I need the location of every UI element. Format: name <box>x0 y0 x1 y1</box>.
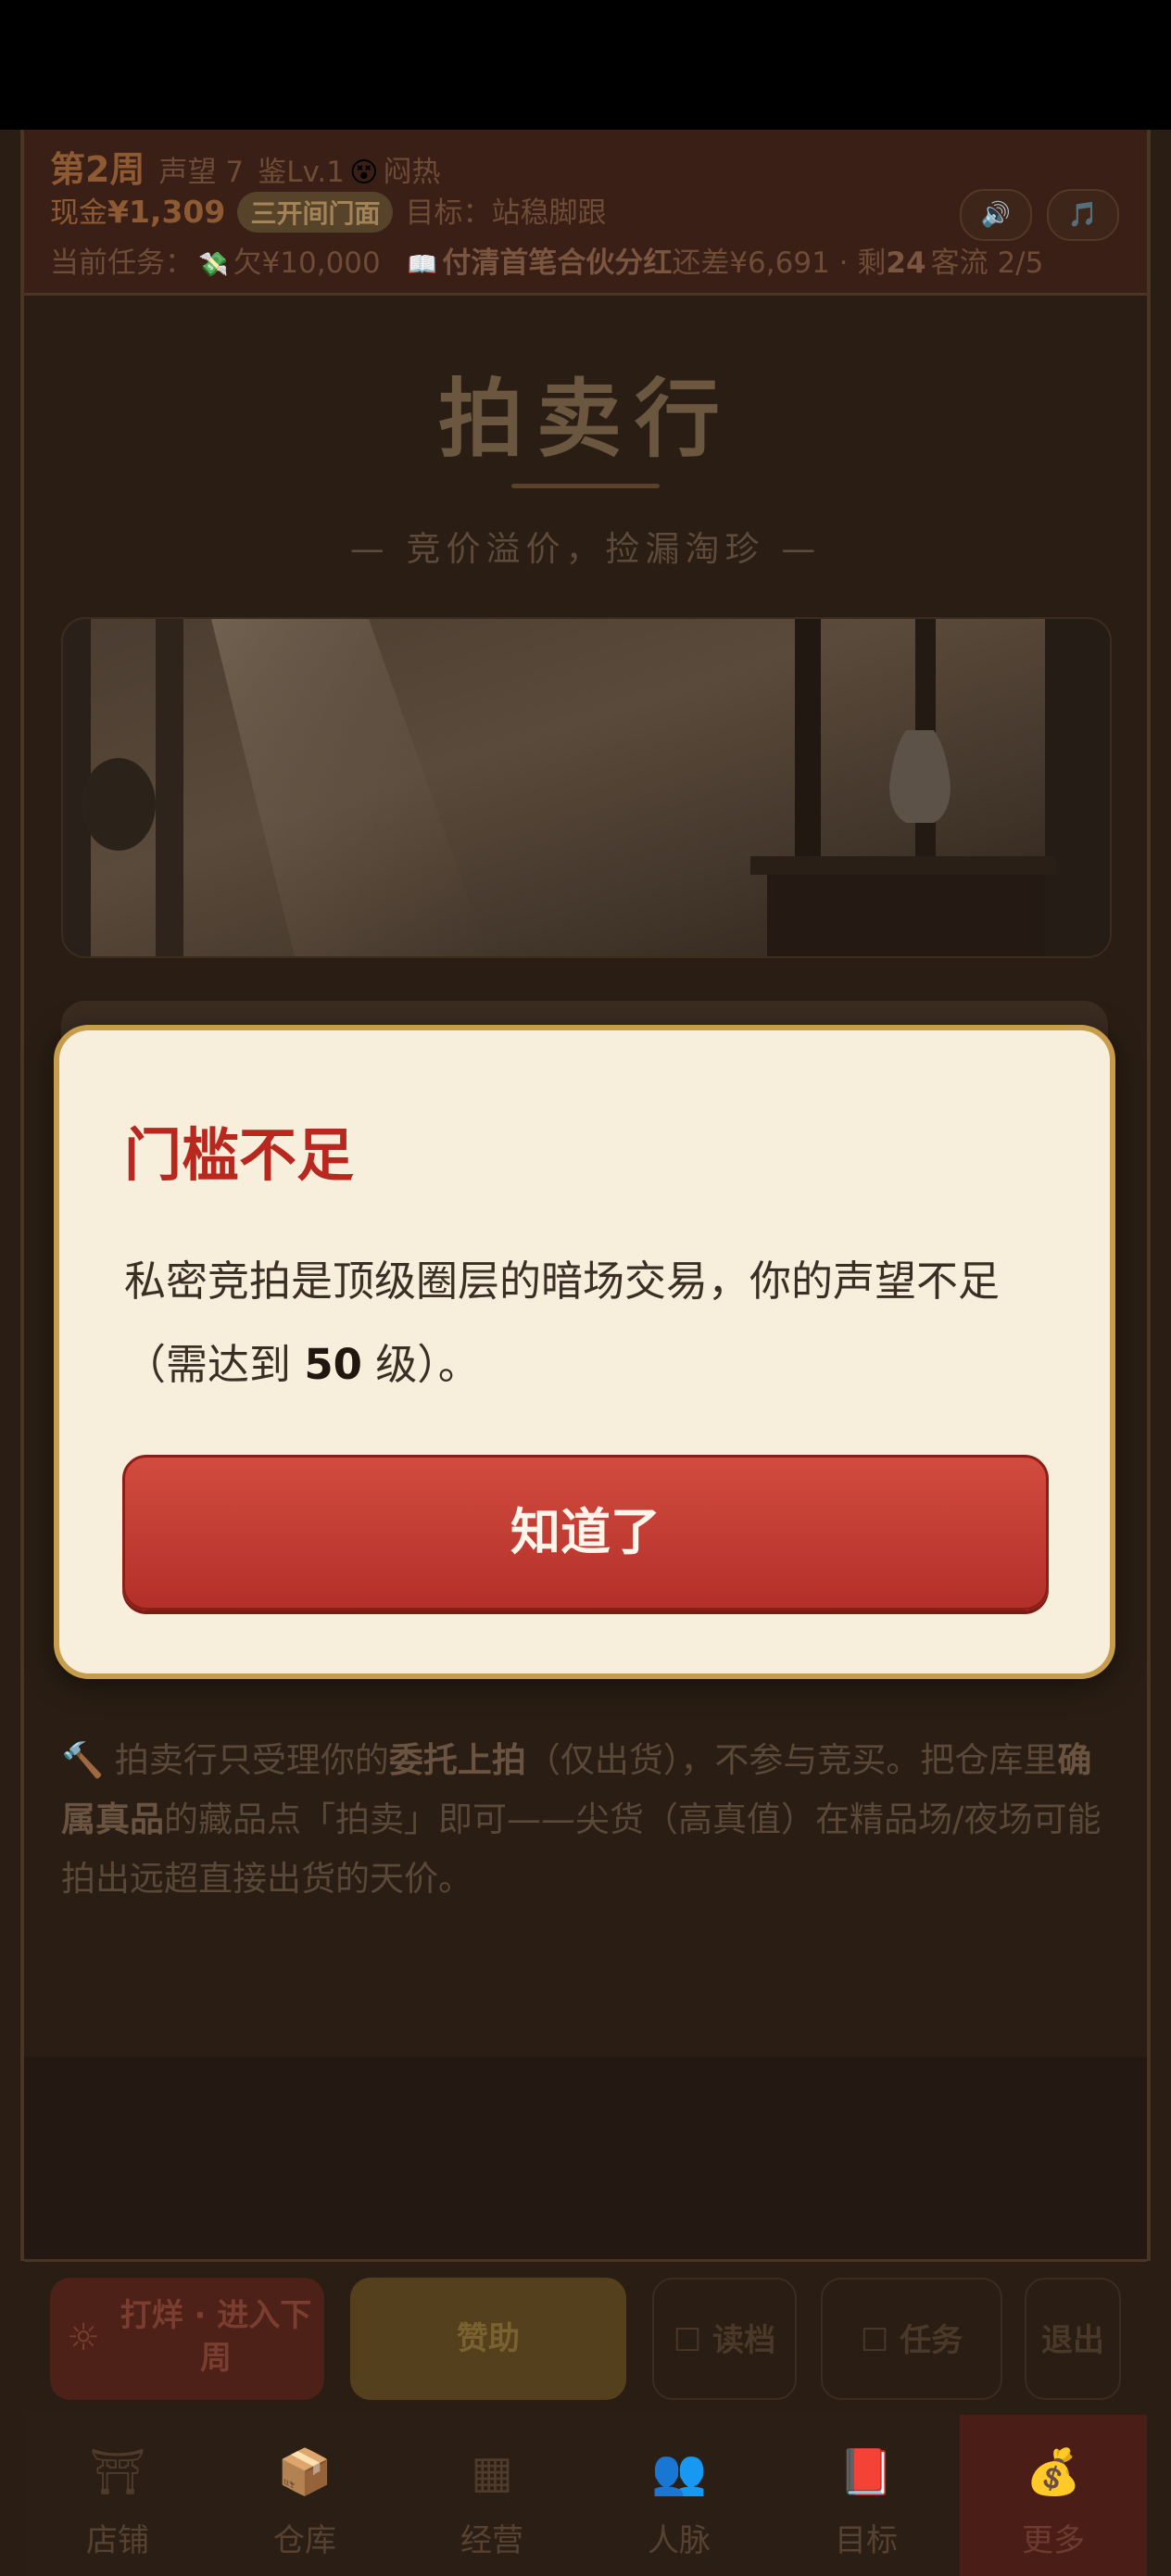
tab-business[interactable]: ▦ 经营 <box>398 2415 586 2576</box>
tab-goals[interactable]: 📕 目标 <box>773 2415 960 2576</box>
debt-value: 欠¥10,000 <box>233 246 381 280</box>
shop-icon: ⛩ <box>89 2446 146 2498</box>
mood-icon: 😵 <box>349 157 379 189</box>
tab-more[interactable]: 💰 更多 <box>960 2415 1147 2576</box>
tab-contacts[interactable]: 👥 人脉 <box>586 2415 773 2576</box>
task-title: 付清首笔合伙分红 <box>442 246 673 280</box>
tab-warehouse-label: 仓库 <box>273 2522 336 2559</box>
cash-value: ¥1,309 <box>107 194 226 230</box>
title-divider <box>511 484 660 488</box>
tasks-button[interactable]: ☐ 任务 <box>821 2278 1002 2400</box>
appraisal-level: 鉴Lv.1 <box>258 156 346 189</box>
tab-more-label: 更多 <box>1022 2522 1085 2559</box>
next-week-button[interactable]: ☼ 打烊 · 进入下周 <box>50 2278 324 2400</box>
required-level: 50 <box>304 1340 362 1389</box>
cash-label: 现金 <box>50 196 107 230</box>
coin-bag-icon: 💰 <box>1026 2446 1081 2498</box>
hammer-icon: 🔨 <box>61 1740 105 1780</box>
sound-toggle-icon[interactable]: 🔊 <box>960 189 1032 241</box>
acknowledge-button[interactable]: 知道了 <box>122 1455 1049 1610</box>
dialog-message-prefix: 私密竞拍是顶级圈层的暗场交易，你的声望不足（需达到 <box>124 1256 1001 1389</box>
book-icon: 📕 <box>838 2446 894 2498</box>
dialog-title: 门槛不足 <box>124 1121 355 1189</box>
header-row-2: 现金¥1,309 三开间门面 目标：站稳脚跟 <box>50 189 607 233</box>
exit-button[interactable]: 退出 <box>1025 2278 1121 2400</box>
music-toggle-icon[interactable]: 🎵 <box>1047 189 1119 241</box>
auction-info-text: 🔨 拍卖行只受理你的委托上拍（仅出货），不参与竞买。把仓库里确属真品的藏品点「拍… <box>61 1731 1112 1909</box>
info-text-2: （仅出货），不参与竞买。把仓库里 <box>525 1740 1058 1780</box>
status-bar <box>0 0 1171 130</box>
task-remaining: 还差¥6,691 · 剩 <box>672 246 887 280</box>
tab-shop[interactable]: ⛩ 店铺 <box>24 2415 211 2576</box>
info-text-3: 的藏品点「拍卖」即可——尖货（高真值）在精品场/夜场可能拍出远超直接出货的天价。 <box>61 1799 1102 1899</box>
sun-icon: ☼ <box>67 2317 100 2359</box>
week-label: 第2周 <box>50 149 145 190</box>
game-header: 第2周 声望 7 鉴Lv.1 😵 闷热 现金¥1,309 三开间门面 目标：站稳… <box>24 130 1147 296</box>
content-lower-area <box>24 2057 1147 2259</box>
page-subtitle: — 竞价溢价，捡漏淘珍 — <box>349 529 822 569</box>
abacus-icon: ▦ <box>471 2446 513 2498</box>
dialog-message: 私密竞拍是顶级圈层的暗场交易，你的声望不足（需达到 50 级）。 <box>124 1240 1051 1407</box>
box-icon: 📦 <box>277 2446 333 2498</box>
tab-warehouse[interactable]: 📦 仓库 <box>211 2415 398 2576</box>
fame-label: 声望 7 <box>158 156 245 189</box>
task-label: 当前任务： <box>50 246 194 280</box>
tab-shop-label: 店铺 <box>86 2522 149 2559</box>
money-icon: 💸 <box>198 251 229 279</box>
days-left: 24 <box>886 246 926 280</box>
tab-goals-label: 目标 <box>835 2522 898 2559</box>
tab-contacts-label: 人脉 <box>648 2522 711 2559</box>
shop-badge: 三开间门面 <box>237 192 394 233</box>
book-icon: 📖 <box>407 251 438 279</box>
info-text-1: 拍卖行只受理你的 <box>104 1740 389 1780</box>
customer-count: 客流 2/5 <box>930 246 1044 280</box>
header-row-1: 第2周 声望 7 鉴Lv.1 😵 闷热 <box>50 141 440 192</box>
next-week-label: 打烊 · 进入下周 <box>120 2297 312 2377</box>
sponsor-button[interactable]: 赞助 <box>350 2278 626 2400</box>
people-icon: 👥 <box>651 2446 707 2498</box>
load-save-button[interactable]: ☐ 读档 <box>652 2278 797 2400</box>
header-row-3: 当前任务： 💸 欠¥10,000 📖 付清首笔合伙分红还差¥6,691 · 剩2… <box>50 239 1043 281</box>
mood-label: 闷热 <box>383 156 441 189</box>
goal-label: 目标：站稳脚跟 <box>405 196 607 230</box>
page-title: 拍卖行 <box>437 370 733 469</box>
auction-hall-image <box>61 617 1112 958</box>
info-bold-1: 委托上拍 <box>388 1740 526 1780</box>
tab-business-label: 经营 <box>460 2522 523 2559</box>
dialog-message-suffix: 级）。 <box>361 1340 480 1389</box>
